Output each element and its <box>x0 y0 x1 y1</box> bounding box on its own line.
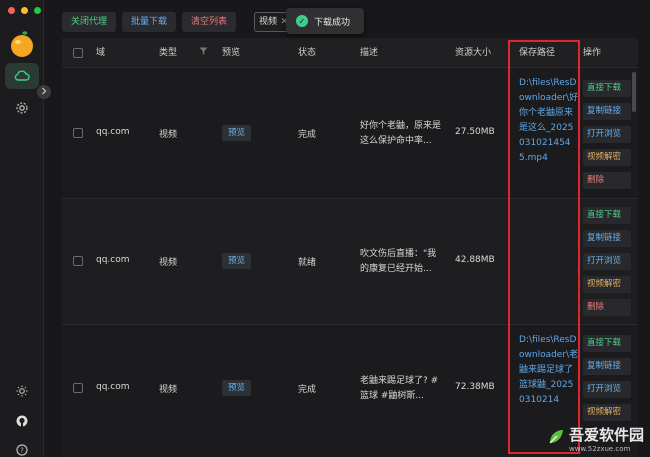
header-path: 保存路径 <box>519 48 556 58</box>
clear-list-button[interactable]: 清空列表 <box>182 12 237 32</box>
open-browse-button[interactable]: 打开浏览 <box>583 253 631 270</box>
header-desc: 描述 <box>360 48 379 58</box>
select-all-checkbox[interactable] <box>73 48 83 58</box>
table-row: qq.com 视频 预览 完成 好你个老鼬，原来是这么保护命中率... 27.5… <box>62 68 638 199</box>
row-status: 完成 <box>298 385 317 395</box>
header-preview: 预览 <box>222 48 241 58</box>
help-icon: ? <box>16 443 28 457</box>
open-browse-button[interactable]: 打开浏览 <box>583 381 631 398</box>
row-checkbox[interactable] <box>73 256 83 266</box>
row-desc: 老鼬来踢足球了? #篮球 #鼬树斯... <box>360 376 439 401</box>
svg-text:?: ? <box>20 446 24 454</box>
row-size: 72.38MB <box>455 382 495 392</box>
row-status: 完成 <box>298 130 317 140</box>
preview-button[interactable]: 预览 <box>222 380 252 396</box>
row-type: 视频 <box>159 385 178 395</box>
row-size: 42.88MB <box>455 255 495 265</box>
header-size: 资源大小 <box>455 48 492 58</box>
header-status: 状态 <box>298 48 317 58</box>
watermark: 吾爱软件园 www.52zxue.com <box>547 424 644 453</box>
preview-button[interactable]: 预览 <box>222 125 252 141</box>
open-browse-button[interactable]: 打开浏览 <box>583 126 631 143</box>
header-type: 类型 <box>159 48 178 58</box>
preview-button[interactable]: 预览 <box>222 253 252 269</box>
direct-download-button[interactable]: 直接下载 <box>583 80 631 97</box>
row-domain: qq.com <box>96 127 130 137</box>
github-icon <box>16 415 28 430</box>
video-decrypt-button[interactable]: 视频解密 <box>583 149 631 166</box>
toolbar: 关闭代理 批量下载 清空列表 <box>62 12 237 34</box>
type-filter-value: 视频 <box>259 17 278 27</box>
watermark-title: 吾爱软件园 <box>568 426 644 444</box>
github-link[interactable] <box>13 413 31 431</box>
sidebar-collapse-button[interactable] <box>37 85 51 99</box>
header-domain: 域 <box>96 48 106 58</box>
window-close-button[interactable] <box>8 7 15 14</box>
table-scrollbar[interactable] <box>632 72 636 112</box>
row-size: 27.50MB <box>455 127 495 137</box>
cloud-icon <box>14 69 30 84</box>
sun-icon <box>16 385 28 400</box>
toast-notification: ✓ 下载成功 <box>286 8 364 34</box>
sidebar: ? <box>0 0 44 457</box>
filter-funnel-icon[interactable] <box>199 38 208 68</box>
video-decrypt-button[interactable]: 视频解密 <box>583 404 631 421</box>
table-header: 域 类型 预览 状态 描述 资源大小 保存路径 操作 <box>62 38 638 68</box>
app-logo-icon <box>10 30 34 58</box>
row-checkbox[interactable] <box>73 128 83 138</box>
row-save-path[interactable]: D:\files\ResDownloader\好你个老鼬原来是这么_202503… <box>519 76 579 166</box>
row-type: 视频 <box>159 130 178 140</box>
delete-button[interactable]: 删除 <box>583 299 631 316</box>
toast-text: 下载成功 <box>314 17 351 28</box>
row-actions: 直接下载 复制链接 打开浏览 视频解密 删除 <box>583 80 631 195</box>
row-save-path[interactable]: D:\files\ResDownloader\老鼬来踢足球了篮球鼬_202503… <box>519 333 579 408</box>
direct-download-button[interactable]: 直接下载 <box>583 335 631 352</box>
row-status: 就绪 <box>298 258 317 268</box>
row-actions: 直接下载 复制链接 打开浏览 视频解密 删除 <box>583 207 631 322</box>
nav-settings[interactable] <box>12 99 32 119</box>
row-actions: 直接下载 复制链接 打开浏览 视频解密 <box>583 335 631 427</box>
watermark-url: www.52zxue.com <box>568 445 631 453</box>
video-decrypt-button[interactable]: 视频解密 <box>583 276 631 293</box>
direct-download-button[interactable]: 直接下载 <box>583 207 631 224</box>
chevron-right-icon <box>41 87 47 98</box>
row-domain: qq.com <box>96 382 130 392</box>
window-maximize-button[interactable] <box>34 7 41 14</box>
window-minimize-button[interactable] <box>21 7 28 14</box>
batch-download-button[interactable]: 批量下载 <box>122 12 177 32</box>
row-checkbox[interactable] <box>73 383 83 393</box>
table-row: qq.com 视频 预览 就绪 吹文伤后直播："我的康复已经开始... 42.8… <box>62 199 638 325</box>
success-check-icon: ✓ <box>296 15 308 27</box>
row-type: 视频 <box>159 258 178 268</box>
row-domain: qq.com <box>96 255 130 265</box>
copy-link-button[interactable]: 复制链接 <box>583 358 631 375</box>
gear-icon <box>15 101 29 118</box>
row-desc: 吹文伤后直播："我的康复已经开始... <box>360 249 437 274</box>
nav-resources[interactable] <box>5 63 39 89</box>
resource-table: 域 类型 预览 状态 描述 资源大小 保存路径 操作 qq.com 视频 预览 … <box>62 38 638 457</box>
watermark-logo-icon <box>547 428 565 449</box>
copy-link-button[interactable]: 复制链接 <box>583 230 631 247</box>
header-ops: 操作 <box>583 48 602 58</box>
toggle-proxy-button[interactable]: 关闭代理 <box>62 12 117 32</box>
row-desc: 好你个老鼬，原来是这么保护命中率... <box>360 121 442 146</box>
theme-toggle[interactable] <box>13 383 31 401</box>
delete-button[interactable]: 删除 <box>583 172 631 189</box>
help-link[interactable]: ? <box>13 442 31 457</box>
copy-link-button[interactable]: 复制链接 <box>583 103 631 120</box>
